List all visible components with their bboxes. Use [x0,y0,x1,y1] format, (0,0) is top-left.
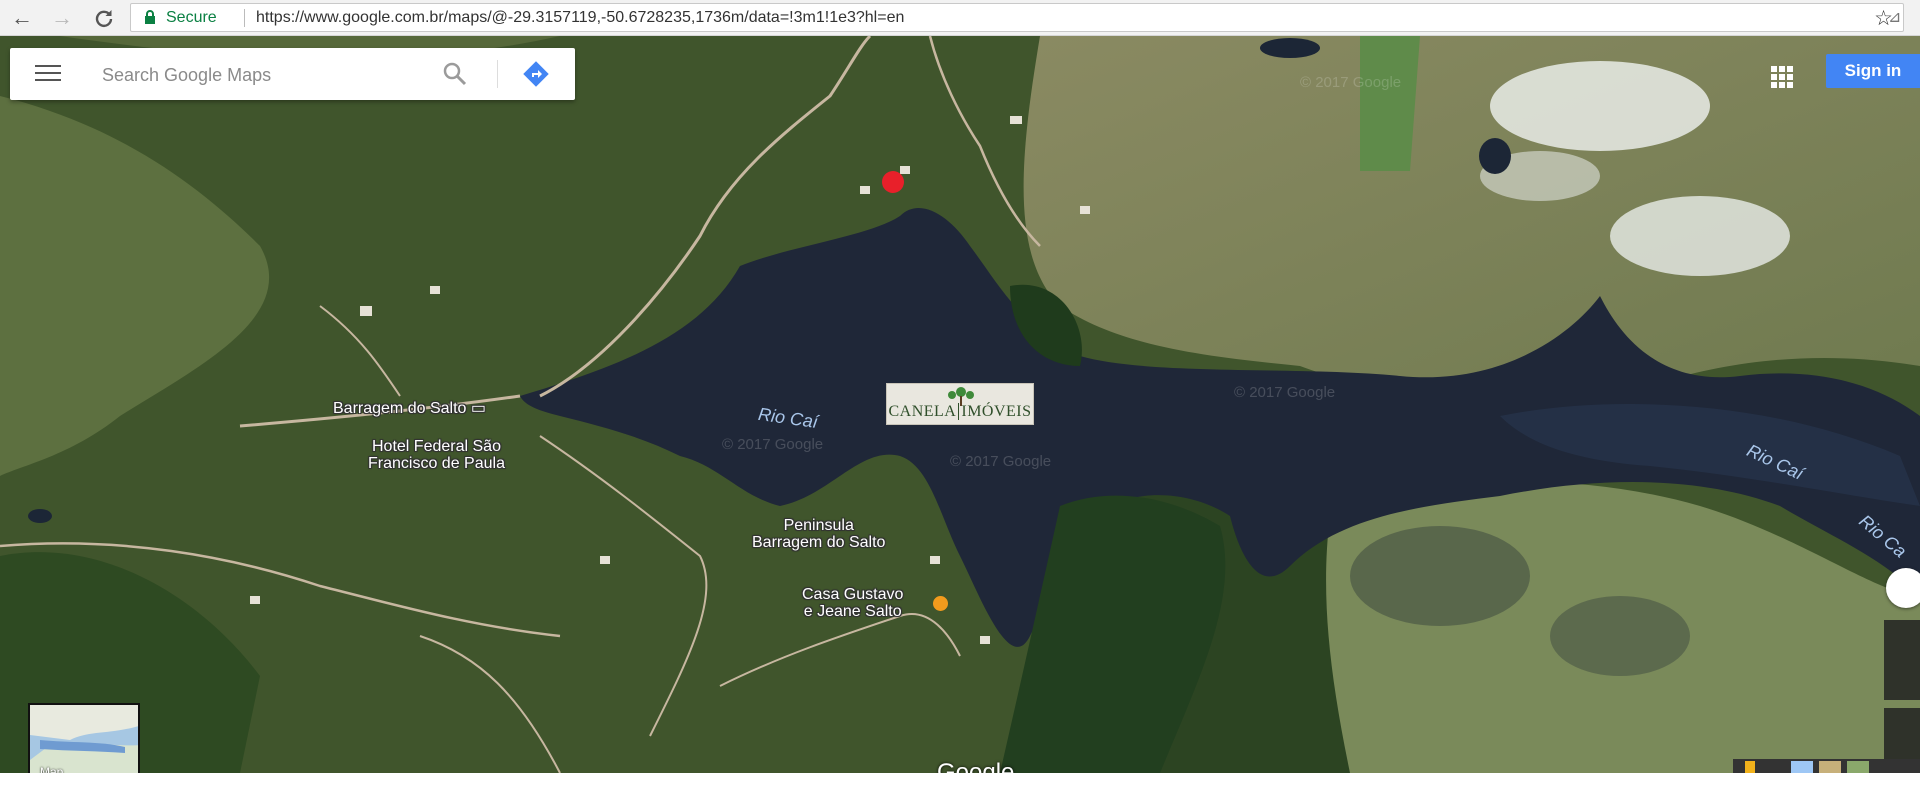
minimap-label: Map [40,765,64,773]
omnibox-separator [244,9,245,27]
browser-toolbar: ← → Secure https://www.google.com.br/map… [0,0,1920,36]
location-pin-icon[interactable] [882,171,904,193]
watermark-text: © 2017 Google [950,453,1052,470]
place-label-peninsula[interactable]: Peninsula Barragem do Salto [752,517,885,551]
address-bar[interactable]: Secure https://www.google.com.br/maps/@-… [130,3,1904,32]
watermark-text: © 2017 Google [1234,384,1336,401]
search-input[interactable] [100,60,444,90]
imagery-thumb[interactable] [1819,761,1841,773]
place-name-line2: Francisco de Paula [368,455,505,472]
imagery-thumb[interactable] [1847,761,1869,773]
minimap-preview [30,705,138,773]
place-name: Barragem do Salto [333,400,467,417]
street-view-strip[interactable] [1733,759,1920,773]
directions-icon[interactable] [522,60,550,88]
search-divider [497,60,498,88]
logo-text-right: IMÓVEIS [961,403,1032,420]
forward-icon[interactable]: → [50,6,74,30]
watermark-text: © 2017 Google [722,436,824,453]
imagery-thumb[interactable] [1791,761,1813,773]
search-icon[interactable] [442,61,468,87]
place-name-line1: Casa Gustavo [802,586,904,603]
search-box [10,48,575,100]
lodging-marker-icon[interactable] [933,596,948,611]
compass-icon[interactable] [1886,568,1920,608]
canela-imoveis-logo: CANELA IMÓVEIS [886,383,1034,425]
reload-icon[interactable] [92,6,116,30]
menu-icon[interactable] [35,65,61,83]
pegman-icon[interactable] [1745,761,1755,773]
extension-icon[interactable]: ⊿ [1888,7,1901,27]
lock-icon [145,10,155,24]
apps-grid-icon[interactable] [1769,64,1795,90]
satellite-map[interactable]: © 2017 Google © 2017 Google © 2017 Googl… [0,36,1920,773]
secure-label: Secure [166,9,217,26]
place-name-line2: e Jeane Salto [803,603,902,620]
place-label-hotel[interactable]: Hotel Federal São Francisco de Paula [368,438,505,472]
back-icon[interactable]: ← [10,6,34,30]
place-name-line1: Peninsula [783,517,854,534]
tilt-control[interactable] [1884,708,1920,766]
google-logo: Google [937,759,1015,773]
logo-text-left: CANELA [888,403,957,420]
place-label-casa-gustavo[interactable]: Casa Gustavo e Jeane Salto [802,586,903,620]
sign-in-button[interactable]: Sign in [1826,54,1920,88]
page-bottom-margin [0,773,1920,812]
zoom-controls[interactable] [1884,620,1920,700]
place-name-line1: Hotel Federal São [372,438,501,455]
watermark-text: © 2017 Google [1300,74,1402,91]
place-name-line2: Barragem do Salto [752,534,886,551]
place-label-barragem-do-salto[interactable]: Barragem do Salto ▭ [333,400,486,417]
layer-toggle-minimap[interactable]: Map [28,703,140,773]
url-text[interactable]: https://www.google.com.br/maps/@-29.3157… [256,9,904,27]
